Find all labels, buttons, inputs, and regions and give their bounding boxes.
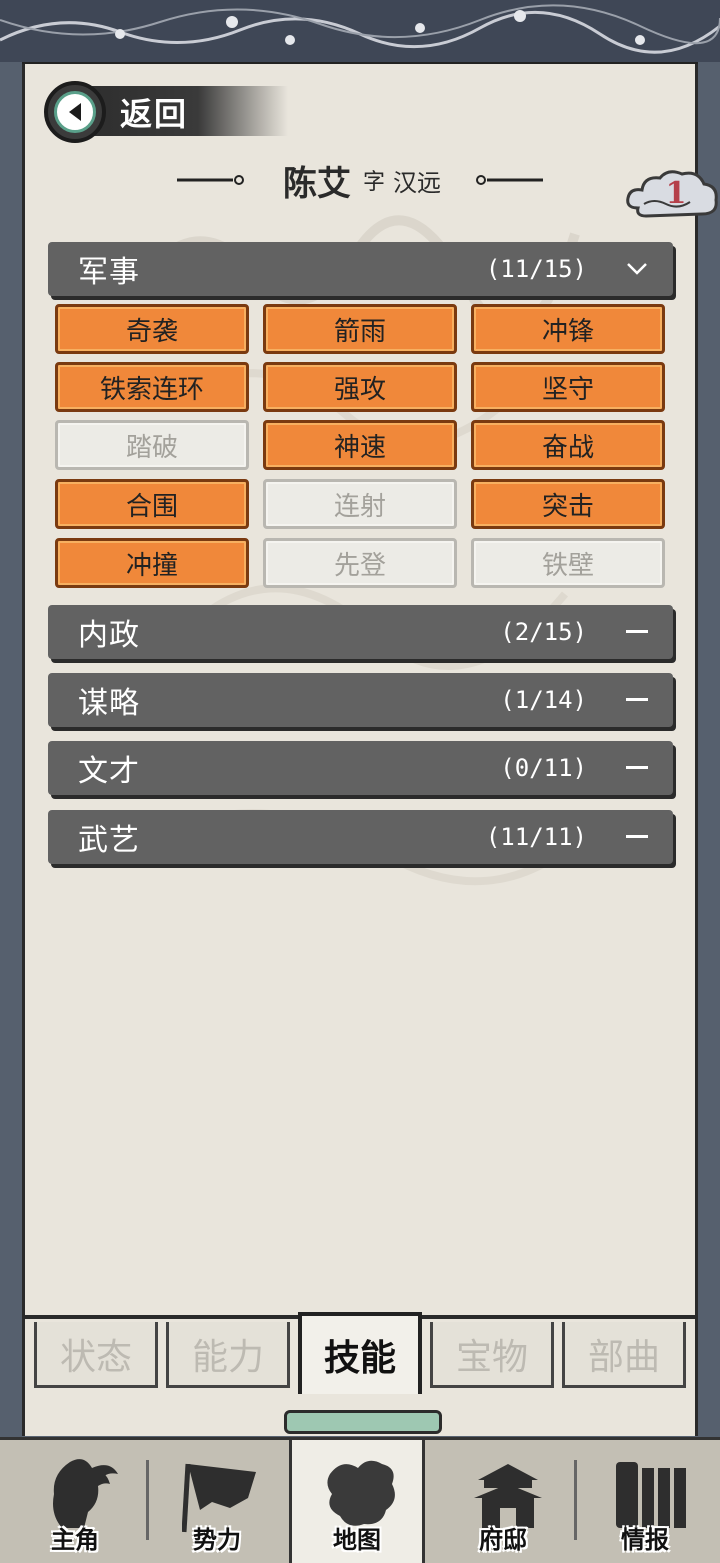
left-ornament-icon (176, 175, 244, 185)
nav-label: 情报 (621, 1526, 669, 1554)
skill-label: 箭雨 (333, 316, 386, 347)
skill-button[interactable]: 冲锋 (471, 304, 665, 354)
skill-label: 铁索连环 (99, 374, 204, 405)
skill-button[interactable]: 铁索连环 (55, 362, 249, 412)
skill-button-locked[interactable]: 先登 (263, 538, 457, 588)
right-ornament-icon (476, 175, 543, 185)
section-header-strategy[interactable]: 谋略 (1/14) (48, 673, 673, 727)
skill-button[interactable]: 箭雨 (263, 304, 457, 354)
back-button-label: 返回 (120, 95, 189, 133)
skill-button[interactable]: 突击 (471, 479, 665, 529)
tab-skills[interactable]: 技能 (298, 1312, 422, 1394)
section-header-martial[interactable]: 武艺 (11/11) (48, 810, 673, 864)
section-title: 内政 (78, 618, 140, 653)
section-title: 军事 (78, 255, 140, 290)
section-title: 文才 (78, 754, 140, 789)
tab-treasure[interactable]: 宝物 (430, 1322, 554, 1388)
skill-label: 奇袭 (125, 316, 178, 347)
section-count: (11/11) (485, 823, 587, 851)
nav-label: 主角 (51, 1526, 99, 1554)
skill-label: 冲撞 (125, 550, 178, 581)
nav-hero[interactable]: 主角 (10, 1440, 140, 1563)
tab-ability[interactable]: 能力 (166, 1322, 290, 1388)
back-arrow-icon (44, 81, 106, 143)
tab-status[interactable]: 状态 (34, 1322, 158, 1388)
character-name: 陈艾 (282, 163, 351, 204)
section-count: (11/15) (485, 255, 587, 283)
minus-icon (625, 825, 649, 849)
minus-icon (625, 688, 649, 712)
nav-separator (574, 1460, 577, 1540)
skill-label: 合围 (125, 491, 178, 522)
top-ornamental-border (0, 0, 720, 65)
skill-label: 踏破 (125, 432, 178, 463)
section-count: (0/11) (500, 754, 587, 782)
skill-button-locked[interactable]: 踏破 (55, 420, 249, 470)
skill-label: 强攻 (333, 374, 386, 405)
section-header-military[interactable]: 军事 (11/15) (48, 242, 673, 296)
tab-label: 技能 (323, 1337, 396, 1379)
nav-separator (146, 1460, 149, 1540)
skill-button[interactable]: 奇袭 (55, 304, 249, 354)
skill-label: 连射 (333, 491, 386, 522)
section-header-administration[interactable]: 内政 (2/15) (48, 605, 673, 659)
tab-label: 部曲 (587, 1336, 660, 1378)
skill-button[interactable]: 强攻 (263, 362, 457, 412)
skill-label: 先登 (333, 550, 386, 581)
bottom-navigation: 主角 势力 地图 府邸 情报 (0, 1437, 720, 1563)
skill-label: 突击 (541, 491, 594, 522)
section-header-literary[interactable]: 文才 (0/11) (48, 741, 673, 795)
nav-map[interactable]: 地图 (289, 1440, 425, 1563)
skill-label: 神速 (333, 432, 386, 463)
courtesy-name-label: 字 (362, 170, 385, 195)
nav-mansion[interactable]: 府邸 (438, 1440, 568, 1563)
section-count: (1/14) (500, 686, 587, 714)
badge-count: 1 (665, 176, 687, 211)
section-title: 武艺 (78, 823, 140, 858)
skill-button[interactable]: 神速 (263, 420, 457, 470)
skill-label: 冲锋 (541, 316, 594, 347)
skill-button[interactable]: 冲撞 (55, 538, 249, 588)
skill-button[interactable]: 奋战 (471, 420, 665, 470)
skill-label: 坚守 (541, 374, 594, 405)
skill-label: 奋战 (541, 432, 594, 463)
left-ornamental-border (0, 62, 22, 1437)
character-name-row: 陈艾 字 汉远 (160, 154, 560, 206)
skill-button-locked[interactable]: 铁壁 (471, 538, 665, 588)
nav-label: 府邸 (479, 1526, 527, 1554)
nav-intel[interactable]: 情报 (580, 1440, 710, 1563)
courtesy-name-value: 汉远 (393, 168, 441, 197)
section-count: (2/15) (500, 618, 587, 646)
skill-button[interactable]: 合围 (55, 479, 249, 529)
scroll-ornament-top (284, 1410, 442, 1434)
tab-label: 能力 (191, 1336, 264, 1378)
nav-faction[interactable]: 势力 (152, 1440, 282, 1563)
skill-label: 铁壁 (541, 550, 594, 581)
section-title: 谋略 (78, 686, 140, 721)
back-button[interactable]: 返回 (44, 80, 288, 144)
minus-icon (625, 620, 649, 644)
nav-label: 势力 (193, 1526, 241, 1554)
right-ornamental-border (698, 62, 720, 1437)
tab-label: 宝物 (455, 1336, 528, 1378)
nav-label: 地图 (333, 1526, 381, 1554)
chevron-down-icon (625, 257, 649, 281)
skill-button-locked[interactable]: 连射 (263, 479, 457, 529)
tab-label: 状态 (59, 1336, 132, 1378)
tab-troops[interactable]: 部曲 (562, 1322, 686, 1388)
skill-button[interactable]: 坚守 (471, 362, 665, 412)
minus-icon (625, 756, 649, 780)
